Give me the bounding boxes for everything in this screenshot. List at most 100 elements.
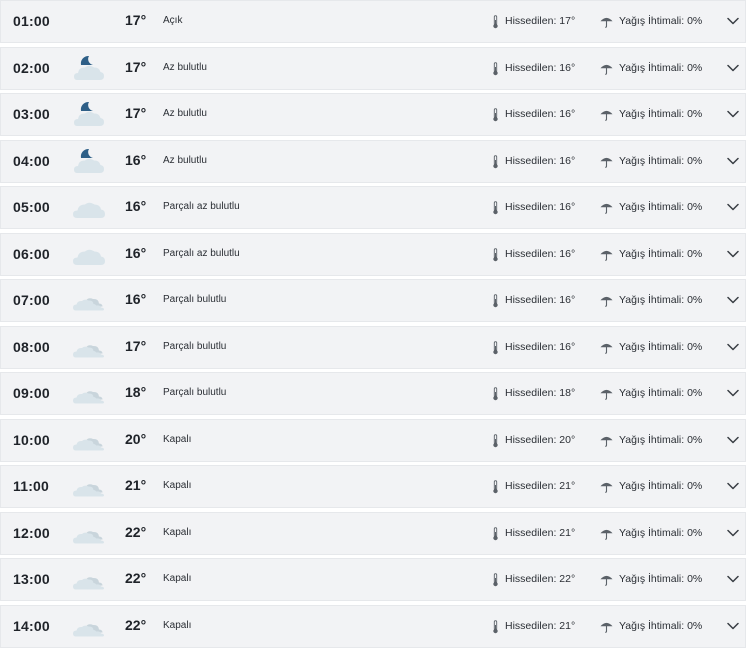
chevron-down-icon[interactable] (727, 250, 739, 258)
hour-label: 09:00 (13, 385, 50, 401)
hourly-row-0200[interactable]: 02:00 17° Az bulutlu Hissedilen: 16° Yağ… (0, 47, 746, 90)
chevron-down-icon[interactable] (727, 343, 739, 351)
rain-chance: Yağış İhtimali: 0% (619, 155, 702, 167)
rain-chance: Yağış İhtimali: 0% (619, 201, 702, 213)
clouds-icon (73, 438, 104, 451)
rain-chance: Yağış İhtimali: 0% (619, 341, 702, 353)
hourly-row-0800[interactable]: 08:00 17° Parçalı bulutlu Hissedilen: 16… (0, 326, 746, 369)
temperature: 22° (125, 617, 147, 633)
hour-label: 04:00 (13, 153, 50, 169)
umbrella-icon (600, 17, 613, 28)
hourly-row-0500[interactable]: 05:00 16° Parçalı az bulutlu Hissedilen:… (0, 186, 746, 229)
feels-like-label: Hissedilen: (505, 201, 557, 213)
hourly-row-0300[interactable]: 03:00 17° Az bulutlu Hissedilen: 16° Yağ… (0, 93, 746, 136)
chevron-down-icon[interactable] (727, 296, 739, 304)
thermometer-icon (493, 62, 498, 76)
rain-chance-value: 0% (687, 248, 703, 260)
feels-like: Hissedilen: 18° (505, 387, 575, 399)
feels-like: Hissedilen: 16° (505, 294, 575, 306)
clouds-icon (73, 577, 104, 590)
hourly-row-0400[interactable]: 04:00 16° Az bulutlu Hissedilen: 16° Yağ… (0, 140, 746, 183)
chevron-down-icon[interactable] (727, 157, 739, 165)
moon-cloud-icon (74, 101, 104, 126)
chevron-down-icon[interactable] (727, 436, 739, 444)
clouds-icon (73, 298, 104, 311)
rain-chance-value: 0% (687, 155, 703, 167)
temperature: 22° (125, 570, 147, 586)
thermometer-icon (493, 294, 498, 308)
hourly-row-0600[interactable]: 06:00 16° Parçalı az bulutlu Hissedilen:… (0, 233, 746, 276)
rain-chance: Yağış İhtimali: 0% (619, 480, 702, 492)
hour-label: 13:00 (13, 571, 50, 587)
chevron-down-icon[interactable] (727, 389, 739, 397)
rain-chance-value: 0% (687, 620, 703, 632)
thermometer-icon (493, 573, 498, 587)
hourly-row-1100[interactable]: 11:00 21° Kapalı Hissedilen: 21° Yağış İ… (0, 465, 746, 508)
hourly-row-1200[interactable]: 12:00 22° Kapalı Hissedilen: 21° Yağış İ… (0, 512, 746, 555)
rain-chance-label: Yağış İhtimali: (619, 527, 685, 539)
rain-chance-value: 0% (687, 480, 703, 492)
condition-text: Az bulutlu (163, 108, 207, 119)
hourly-row-1000[interactable]: 10:00 20° Kapalı Hissedilen: 20° Yağış İ… (0, 419, 746, 462)
umbrella-icon (600, 157, 613, 168)
feels-like-label: Hissedilen: (505, 294, 557, 306)
hourly-row-0100[interactable]: 01:00 17° Açık Hissedilen: 17° Yağış İht… (0, 0, 746, 43)
feels-like-label: Hissedilen: (505, 620, 557, 632)
feels-like-value: 21° (559, 620, 576, 632)
hourly-row-0700[interactable]: 07:00 16° Parçalı bulutlu Hissedilen: 16… (0, 279, 746, 322)
feels-like: Hissedilen: 21° (505, 527, 575, 539)
feels-like-value: 18° (559, 387, 576, 399)
rain-chance-label: Yağış İhtimali: (619, 294, 685, 306)
feels-like: Hissedilen: 17° (505, 15, 575, 27)
temperature: 17° (125, 12, 147, 28)
feels-like: Hissedilen: 21° (505, 620, 575, 632)
condition-text: Parçalı az bulutlu (163, 201, 240, 212)
chevron-down-icon[interactable] (727, 529, 739, 537)
chevron-down-icon[interactable] (727, 17, 739, 25)
rain-chance-label: Yağış İhtimali: (619, 341, 685, 353)
chevron-down-icon[interactable] (727, 575, 739, 583)
condition-text: Parçalı bulutlu (163, 341, 227, 352)
feels-like-label: Hissedilen: (505, 62, 557, 74)
chevron-down-icon[interactable] (727, 482, 739, 490)
rain-chance: Yağış İhtimali: 0% (619, 62, 702, 74)
moon-icon (77, 10, 98, 32)
feels-like-value: 16° (559, 248, 576, 260)
feels-like: Hissedilen: 16° (505, 201, 575, 213)
chevron-down-icon[interactable] (727, 110, 739, 118)
condition-text: Kapalı (163, 480, 192, 491)
chevron-down-icon[interactable] (727, 64, 739, 72)
clouds-icon (73, 391, 104, 404)
umbrella-icon (600, 389, 613, 400)
chevron-down-icon[interactable] (727, 203, 739, 211)
rain-chance: Yağış İhtimali: 0% (619, 15, 702, 27)
feels-like-label: Hissedilen: (505, 15, 557, 27)
rain-chance-value: 0% (687, 434, 703, 446)
feels-like: Hissedilen: 16° (505, 108, 575, 120)
umbrella-icon (600, 436, 613, 447)
umbrella-icon (600, 250, 613, 261)
feels-like: Hissedilen: 21° (505, 480, 575, 492)
temperature: 17° (125, 59, 147, 75)
temperature: 16° (125, 198, 147, 214)
feels-like: Hissedilen: 16° (505, 62, 575, 74)
thermometer-icon (493, 201, 498, 215)
rain-chance-label: Yağış İhtimali: (619, 573, 685, 585)
umbrella-icon (600, 296, 613, 307)
hourly-row-1400[interactable]: 14:00 22° Kapalı Hissedilen: 21° Yağış İ… (0, 605, 746, 648)
chevron-down-icon[interactable] (727, 622, 739, 630)
feels-like-label: Hissedilen: (505, 387, 557, 399)
feels-like-value: 21° (559, 480, 576, 492)
rain-chance-label: Yağış İhtimali: (619, 155, 685, 167)
clouds-icon (73, 484, 104, 497)
hourly-row-0900[interactable]: 09:00 18° Parçalı bulutlu Hissedilen: 18… (0, 372, 746, 415)
cloud-icon (73, 202, 105, 218)
umbrella-icon (600, 203, 613, 214)
hourly-row-1300[interactable]: 13:00 22° Kapalı Hissedilen: 22° Yağış İ… (0, 558, 746, 601)
temperature: 17° (125, 338, 147, 354)
rain-chance-label: Yağış İhtimali: (619, 15, 685, 27)
rain-chance-value: 0% (687, 62, 703, 74)
feels-like-label: Hissedilen: (505, 480, 557, 492)
feels-like-label: Hissedilen: (505, 527, 557, 539)
feels-like-value: 16° (559, 294, 576, 306)
